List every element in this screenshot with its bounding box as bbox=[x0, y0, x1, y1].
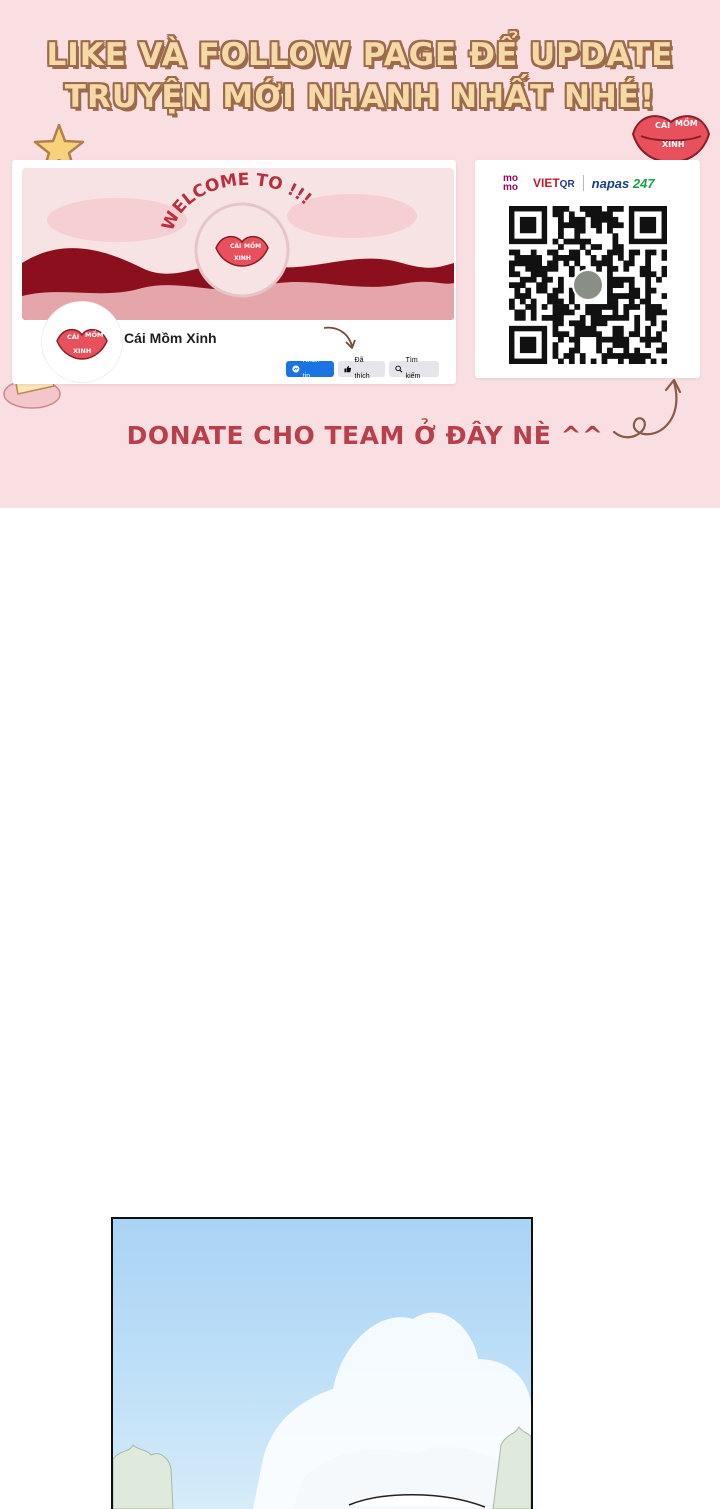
vietqr-logo: VIETQR bbox=[533, 176, 575, 190]
donation-qr-card[interactable]: mo mo VIETQR napas 247 bbox=[475, 160, 700, 378]
messenger-icon bbox=[292, 365, 300, 373]
avatar-word-1: CÁI bbox=[67, 332, 79, 341]
sticker-word-1: CÁI bbox=[655, 119, 670, 130]
vietqr-logo-a: VIET bbox=[533, 176, 560, 190]
momo-logo: mo mo bbox=[503, 174, 525, 193]
search-button[interactable]: Tìm kiếm bbox=[389, 357, 439, 380]
comic-panel bbox=[111, 1217, 533, 1509]
cover-sticker-word-3: XINH bbox=[234, 255, 251, 262]
avatar-word-3: XINH bbox=[73, 347, 91, 355]
donate-text: DONATE CHO TEAM Ở ĐÂY NÈ ^^ bbox=[126, 421, 604, 450]
search-button-label: Tìm kiếm bbox=[405, 357, 421, 380]
headline-line-1: LIKE VÀ FOLLOW PAGE ĐỂ UPDATE bbox=[46, 37, 674, 73]
cover-sticker-word-1: CÁI bbox=[230, 243, 241, 250]
napas-logo-b: 247 bbox=[632, 175, 655, 191]
message-button-label: Nhắn tin bbox=[302, 357, 320, 380]
headline: LIKE VÀ FOLLOW PAGE ĐỂ UPDATE TRUYỆN MỚI… bbox=[0, 34, 720, 118]
napas-logo: napas 247 bbox=[592, 176, 655, 191]
message-button[interactable]: Nhắn tin bbox=[286, 357, 334, 380]
napas-logo-a: napas bbox=[591, 175, 630, 191]
curved-arrow-icon bbox=[323, 326, 356, 349]
logo-separator bbox=[582, 175, 584, 191]
liked-button[interactable]: Đã thích bbox=[338, 357, 385, 380]
facebook-page-card[interactable]: CÁI MỒM XINH WELCOME TO !!! CÁI MỒM XINH… bbox=[12, 160, 456, 384]
headline-line-2: TRUYỆN MỚI NHANH NHẤT NHÉ! bbox=[64, 79, 656, 115]
momo-logo-bottom: mo bbox=[503, 182, 518, 193]
fb-page-avatar[interactable]: CÁI MỒM XINH bbox=[42, 302, 122, 382]
fb-cover-image: CÁI MỒM XINH WELCOME TO !!! bbox=[22, 168, 454, 320]
avatar-word-2: MỒM bbox=[85, 329, 103, 339]
search-icon bbox=[395, 365, 403, 373]
qr-code bbox=[509, 206, 667, 364]
thumbs-up-icon bbox=[344, 365, 352, 373]
payment-logos: mo mo VIETQR napas 247 bbox=[503, 174, 655, 193]
liked-button-label: Đã thích bbox=[354, 357, 370, 380]
sticker-word-3: XINH bbox=[662, 140, 685, 149]
promo-banner: LIKE VÀ FOLLOW PAGE ĐỂ UPDATE TRUYỆN MỚI… bbox=[0, 0, 720, 508]
fb-page-name[interactable]: Cái Mồm Xinh bbox=[124, 330, 217, 346]
vietqr-logo-b: QR bbox=[559, 179, 575, 190]
cover-sticker-word-2: MỒM bbox=[244, 241, 261, 250]
